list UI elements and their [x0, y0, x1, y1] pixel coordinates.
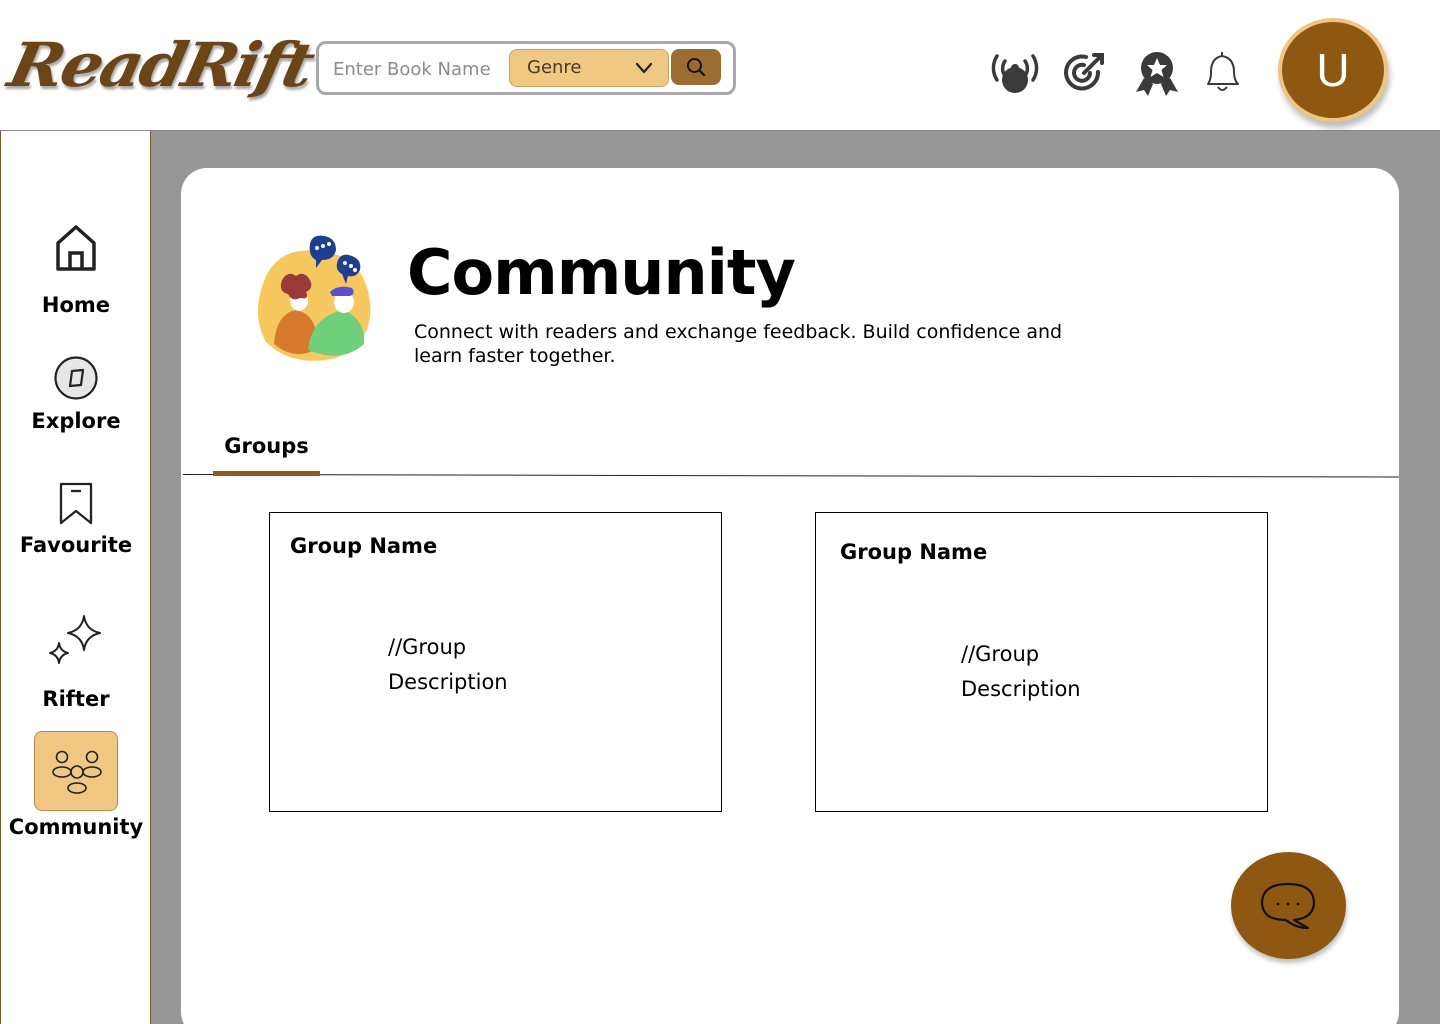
chat-button[interactable]	[1231, 852, 1346, 959]
sparkle-icon	[49, 615, 101, 664]
sidebar: Home Explore Favourite Rifter Community	[0, 131, 151, 1024]
sidebar-item-label: Explore	[31, 409, 121, 433]
chevron-down-icon	[635, 62, 653, 74]
page-title: Community	[407, 236, 796, 309]
sidebar-item-label: Rifter	[42, 687, 110, 711]
search-input[interactable]	[333, 54, 503, 84]
sidebar-item-label: Community	[8, 815, 144, 839]
group-name: Group Name	[840, 540, 988, 564]
sidebar-item-rifter[interactable]: Rifter	[1, 613, 151, 711]
sidebar-item-community[interactable]: Community	[1, 731, 151, 839]
active-tab-indicator	[213, 471, 320, 476]
chat-icon	[1260, 882, 1316, 930]
group-card[interactable]: Group Name //Group Description	[815, 512, 1268, 812]
compass-icon	[54, 356, 98, 400]
bookmark-icon	[59, 482, 93, 525]
group-description: //Group Description	[961, 642, 1081, 701]
search-bar: Genre	[316, 41, 736, 95]
user-avatar[interactable]: U	[1278, 18, 1388, 122]
target-icon[interactable]	[1058, 46, 1112, 100]
sidebar-item-favourite[interactable]: Favourite	[1, 481, 151, 557]
search-button[interactable]	[671, 49, 721, 85]
genre-selected-label: Genre	[527, 57, 582, 78]
top-header: ReadRift Genre	[0, 0, 1440, 131]
bell-icon[interactable]	[1196, 46, 1250, 100]
group-name: Group Name	[290, 534, 438, 558]
page-subtitle: Connect with readers and exchange feedba…	[414, 321, 1063, 367]
group-description: //Group Description	[388, 635, 508, 694]
home-icon	[56, 225, 96, 271]
broadcast-icon[interactable]	[988, 46, 1042, 100]
sidebar-item-home[interactable]: Home	[1, 223, 151, 317]
active-nav-highlight	[34, 731, 118, 811]
sidebar-item-explore[interactable]: Explore	[1, 355, 151, 433]
search-icon	[687, 58, 706, 77]
award-icon[interactable]	[1130, 46, 1184, 100]
sidebar-item-label: Home	[41, 293, 111, 317]
community-icon	[52, 750, 102, 794]
genre-dropdown[interactable]: Genre	[509, 49, 669, 87]
app-logo[interactable]: ReadRift	[1, 24, 319, 107]
tab-groups[interactable]: Groups	[213, 434, 320, 476]
group-card[interactable]: Group Name //Group Description	[269, 512, 722, 812]
sidebar-item-label: Favourite	[19, 533, 133, 557]
community-illustration	[258, 235, 371, 361]
